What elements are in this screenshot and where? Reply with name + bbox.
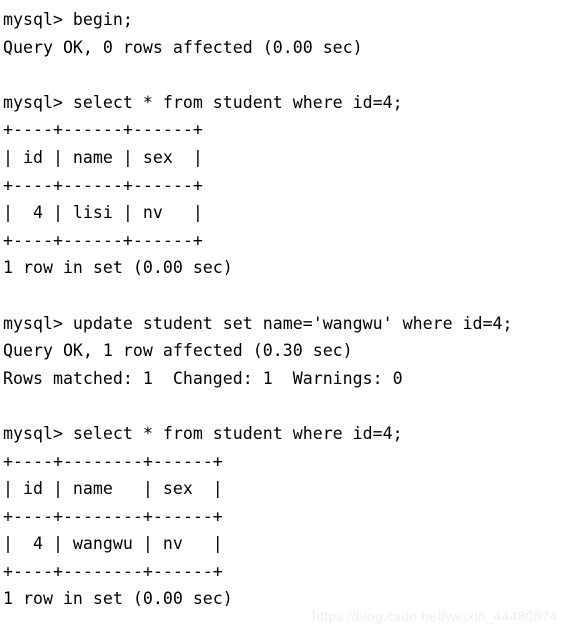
table-separator: +----+------+------+ — [3, 175, 203, 195]
table-separator: +----+--------+------+ — [3, 561, 223, 581]
terminal-line: Query OK, 1 row affected (0.30 sec) — [3, 341, 353, 361]
table-header-row: | id | name | sex | — [3, 147, 203, 167]
table-separator: +----+--------+------+ — [3, 506, 223, 526]
table-header-row: | id | name | sex | — [3, 479, 223, 499]
terminal-line: mysql> select * from student where id=4; — [3, 423, 403, 443]
table-separator: +----+------+------+ — [3, 120, 203, 140]
terminal-window[interactable]: mysql> begin; Query OK, 0 rows affected … — [0, 0, 585, 637]
terminal-line: 1 row in set (0.00 sec) — [3, 258, 233, 278]
table-separator: +----+--------+------+ — [3, 451, 223, 471]
terminal-line: mysql> update student set name='wangwu' … — [3, 313, 513, 333]
table-row: | 4 | wangwu | nv | — [3, 534, 223, 554]
terminal-line: mysql> begin; — [3, 10, 133, 29]
terminal-line: Rows matched: 1 Changed: 1 Warnings: 0 — [3, 368, 403, 388]
terminal-line: mysql> select * from student where id=4; — [3, 92, 403, 112]
table-separator: +----+------+------+ — [3, 230, 203, 250]
terminal-line: Query OK, 0 rows affected (0.00 sec) — [3, 37, 363, 57]
table-row: | 4 | lisi | nv | — [3, 203, 203, 223]
watermark: https://blog.csdn.net/weixin_44480874 — [312, 608, 558, 624]
